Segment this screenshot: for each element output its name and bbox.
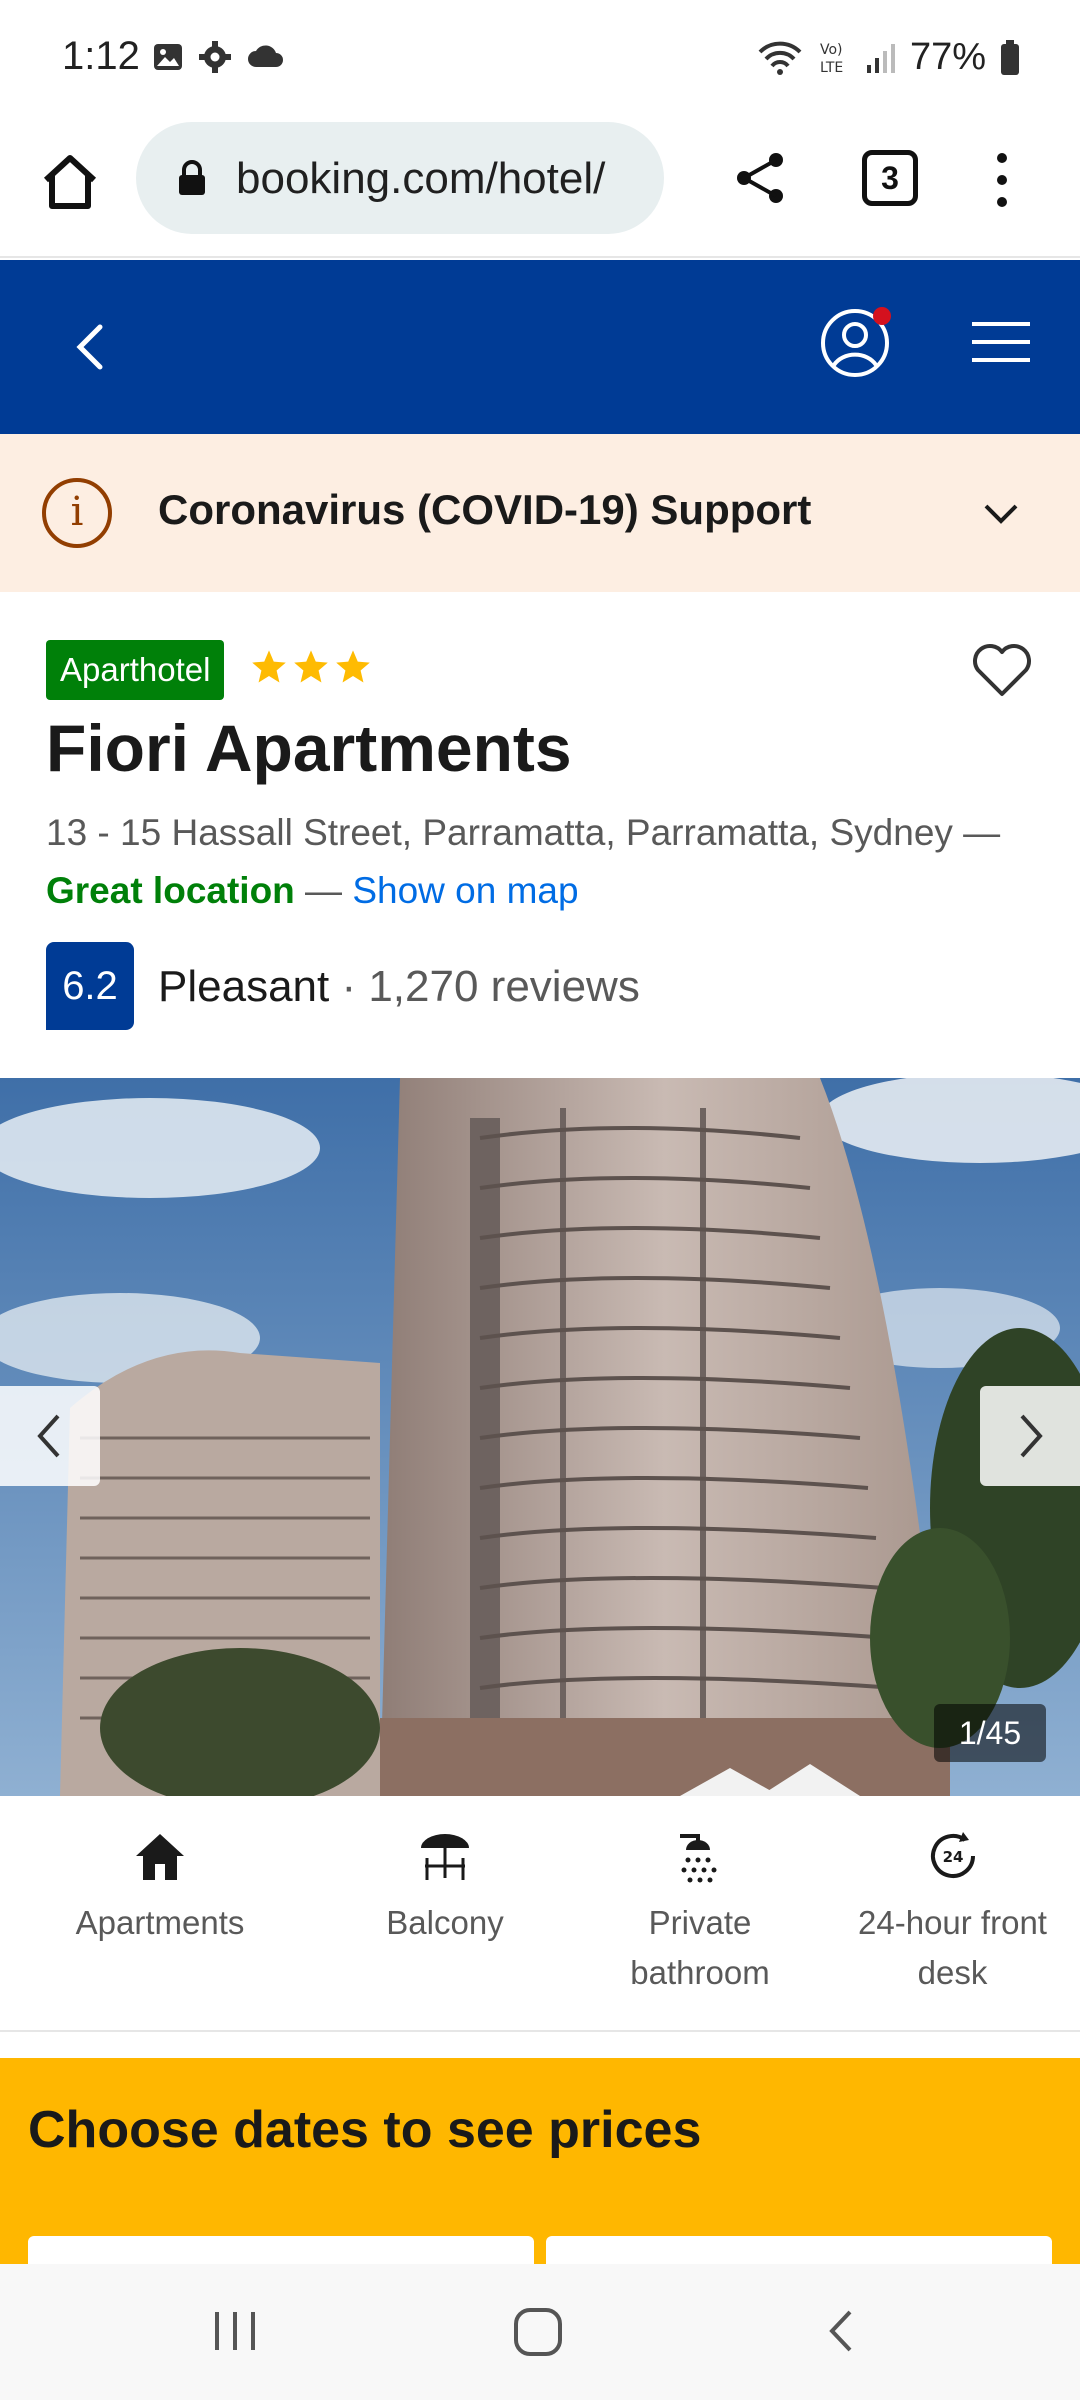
balcony-icon (421, 1834, 469, 1880)
photo-next-button[interactable] (980, 1386, 1080, 1486)
facility-apartments: Apartments (40, 1826, 280, 1948)
hamburger-menu-icon[interactable] (970, 316, 1032, 368)
status-right: Vo) LTE 77% (756, 36, 1020, 79)
site-header (0, 260, 1080, 434)
more-options-icon[interactable] (984, 148, 1020, 212)
status-time: 1:12 (62, 34, 140, 78)
address-bar[interactable]: booking.com/hotel/ (136, 122, 664, 234)
show-on-map-link[interactable]: Show on map (352, 870, 578, 911)
svg-text:24: 24 (942, 1848, 963, 1866)
star-icon (252, 650, 286, 683)
star-rating (250, 648, 372, 686)
house-icon (136, 1834, 184, 1880)
review-score-badge[interactable]: 6.2 (46, 942, 134, 1030)
home-icon[interactable] (38, 150, 102, 214)
photo-previous-button[interactable] (0, 1386, 100, 1486)
battery-icon (1001, 39, 1019, 75)
tab-switcher-button[interactable]: 3 (862, 150, 918, 206)
status-notification-icons (152, 40, 286, 74)
system-navigation-bar (0, 2264, 1080, 2400)
facilities-row: Apartments Balcony Private bathroom 24 2… (0, 1796, 1080, 2032)
svg-text:LTE: LTE (820, 60, 843, 76)
hotel-address: 13 - 15 Hassall Street, Parramatta, Parr… (46, 812, 1001, 853)
hotel-name: Fiori Apartments (46, 711, 572, 785)
location-separator: — (294, 870, 353, 911)
svg-text:Vo): Vo) (820, 42, 843, 58)
facility-balcony: Balcony (325, 1826, 565, 1948)
recent-apps-icon[interactable] (210, 2306, 260, 2356)
volte-icon: Vo) LTE (820, 42, 843, 76)
review-summary[interactable]: Pleasant · 1,270 reviews (158, 962, 640, 1012)
browser-toolbar: booking.com/hotel/ 3 (0, 118, 1080, 258)
chevron-left-icon (37, 1414, 60, 1458)
choose-dates-title: Choose dates to see prices (28, 2101, 702, 2159)
back-arrow-icon[interactable] (70, 322, 110, 372)
facility-label: Balcony (386, 1904, 504, 1941)
status-bar: 1:12 Vo) LTE 77% (0, 0, 1080, 118)
wifi-icon (758, 41, 802, 75)
facility-label: Private bathroom (630, 1904, 770, 1991)
covid-support-banner[interactable]: i Coronavirus (COVID-19) Support (0, 434, 1080, 592)
chevron-right-icon (1020, 1414, 1043, 1458)
facility-label: 24-hour front desk (858, 1904, 1047, 1991)
covid-banner-text: Coronavirus (COVID-19) Support (158, 486, 812, 533)
battery-percent: 77% (909, 36, 986, 78)
star-icon (294, 650, 328, 683)
facility-private-bathroom: Private bathroom (580, 1826, 820, 1998)
settings-gear-icon (199, 41, 231, 73)
chevron-down-icon[interactable] (978, 490, 1024, 536)
24h-icon: 24 (930, 1832, 975, 1878)
cloud-icon (248, 45, 283, 67)
account-icon[interactable] (818, 306, 892, 380)
facility-24-hour-front-desk: 24 24-hour front desk (840, 1826, 1065, 1998)
share-icon[interactable] (730, 148, 790, 208)
review-score-word: Pleasant (158, 962, 330, 1011)
home-button-icon[interactable] (512, 2306, 564, 2358)
shower-icon (680, 1834, 717, 1883)
url-text: booking.com/hotel/ (236, 154, 606, 203)
gallery-icon (154, 44, 182, 70)
hotel-building-photo (0, 1078, 1080, 1796)
info-icon: i (42, 478, 112, 548)
property-type-badge: Aparthotel (46, 640, 225, 700)
hotel-photo-carousel[interactable] (0, 1078, 1080, 1796)
signal-icon (866, 43, 895, 73)
check-out-date-field[interactable] (546, 2236, 1052, 2264)
location-line: Great location — Show on map (46, 870, 579, 912)
review-count: · 1,270 reviews (329, 962, 640, 1011)
favorite-heart-icon[interactable] (970, 640, 1034, 700)
great-location-label: Great location (46, 870, 295, 911)
back-nav-icon[interactable] (818, 2306, 864, 2356)
facility-label: Apartments (75, 1904, 245, 1941)
star-icon (336, 650, 370, 683)
check-in-date-field[interactable] (28, 2236, 534, 2264)
lock-icon (179, 160, 205, 195)
choose-dates-section: Choose dates to see prices (0, 2058, 1080, 2264)
photo-counter: 1/45 (934, 1704, 1046, 1762)
